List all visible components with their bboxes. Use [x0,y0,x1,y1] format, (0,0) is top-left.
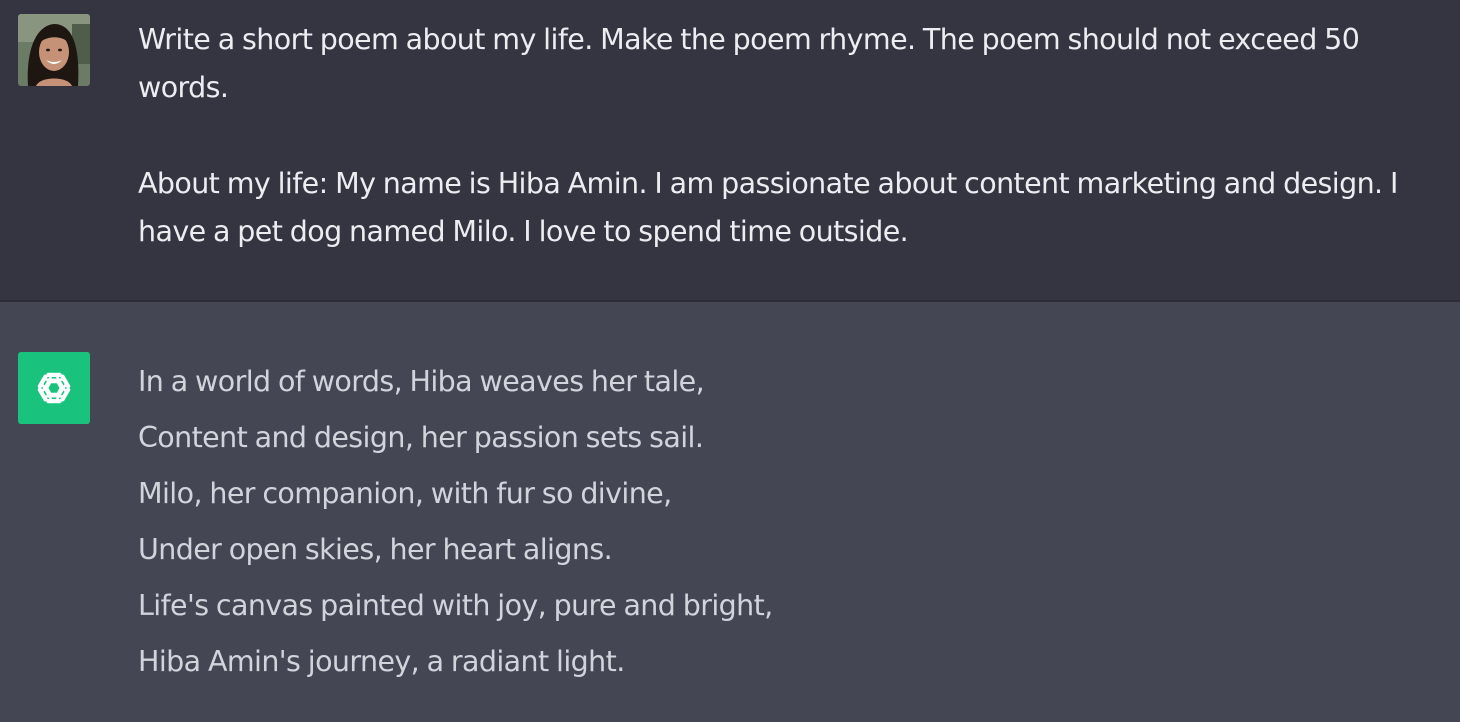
poem-line: Content and design, her passion sets sai… [138,421,704,454]
poem-line: Milo, her companion, with fur so divine, [138,477,672,510]
poem-line: Under open skies, her heart aligns. [138,533,613,566]
user-message: Write a short poem about my life. Make t… [0,0,1460,302]
user-avatar-photo [18,14,90,86]
assistant-message-text: In a world of words, Hiba weaves her tal… [138,358,1438,694]
poem-line: Life's canvas painted with joy, pure and… [138,589,773,622]
openai-logo-icon [37,372,71,404]
chat-page: Write a short poem about my life. Make t… [0,0,1460,722]
assistant-avatar [18,352,90,424]
poem-line: Hiba Amin's journey, a radiant light. [138,645,625,678]
user-message-line: Write a short poem about my life. Make t… [138,23,1360,104]
user-message-line: About my life: My name is Hiba Amin. I a… [138,167,1398,248]
poem-line: In a world of words, Hiba weaves her tal… [138,365,705,398]
user-avatar [18,14,90,86]
user-message-text: Write a short poem about my life. Make t… [138,16,1452,256]
